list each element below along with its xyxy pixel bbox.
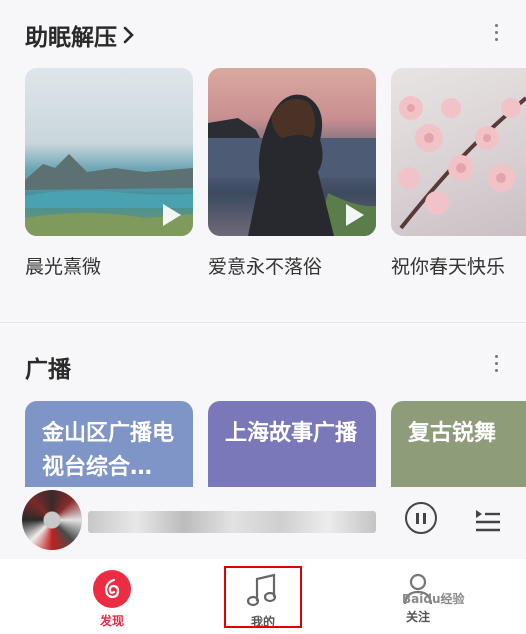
highlight-annotation (224, 566, 302, 628)
mini-player[interactable] (0, 487, 526, 559)
playlist-icon[interactable] (472, 504, 502, 534)
tab-follow-label: 关注 (405, 610, 430, 624)
relax-card-1[interactable] (25, 68, 193, 236)
pause-button[interactable] (405, 502, 437, 534)
relax-section-title[interactable]: 助眠解压 (25, 18, 135, 52)
radio-card-2-label: 上海故事广播 (225, 421, 358, 446)
relax-section-title-text: 助眠解压 (25, 25, 117, 51)
radio-section-title: 广播 (25, 350, 71, 384)
pause-icon (416, 512, 419, 524)
relax-card-2[interactable] (208, 68, 376, 236)
song-title-blurred[interactable] (88, 511, 376, 533)
radio-card-3-label: 复古锐舞 (408, 421, 497, 446)
relax-card-3[interactable] (391, 68, 526, 236)
tab-discover[interactable]: 发现 (47, 559, 177, 634)
tab-discover-label: 发现 (99, 614, 124, 628)
chevron-right-icon (123, 26, 134, 44)
play-icon (346, 204, 364, 226)
discover-icon (93, 570, 131, 608)
relax-card-1-label: 晨光熹微 (25, 256, 102, 278)
relax-more-icon[interactable] (493, 24, 499, 41)
relax-card-2-label: 爱意永不落俗 (208, 256, 323, 278)
relax-card-3-label: 祝你春天快乐 (391, 256, 506, 278)
album-art[interactable] (22, 490, 82, 550)
radio-section-title-text: 广播 (25, 357, 71, 383)
radio-card-1-label: 金山区广播电视台综合… (42, 421, 175, 480)
cherry-blossom-image (398, 96, 526, 230)
radio-more-icon[interactable] (493, 355, 499, 372)
watermark: Baidu经验 (402, 592, 465, 606)
play-icon (163, 204, 181, 226)
section-divider (0, 322, 526, 323)
